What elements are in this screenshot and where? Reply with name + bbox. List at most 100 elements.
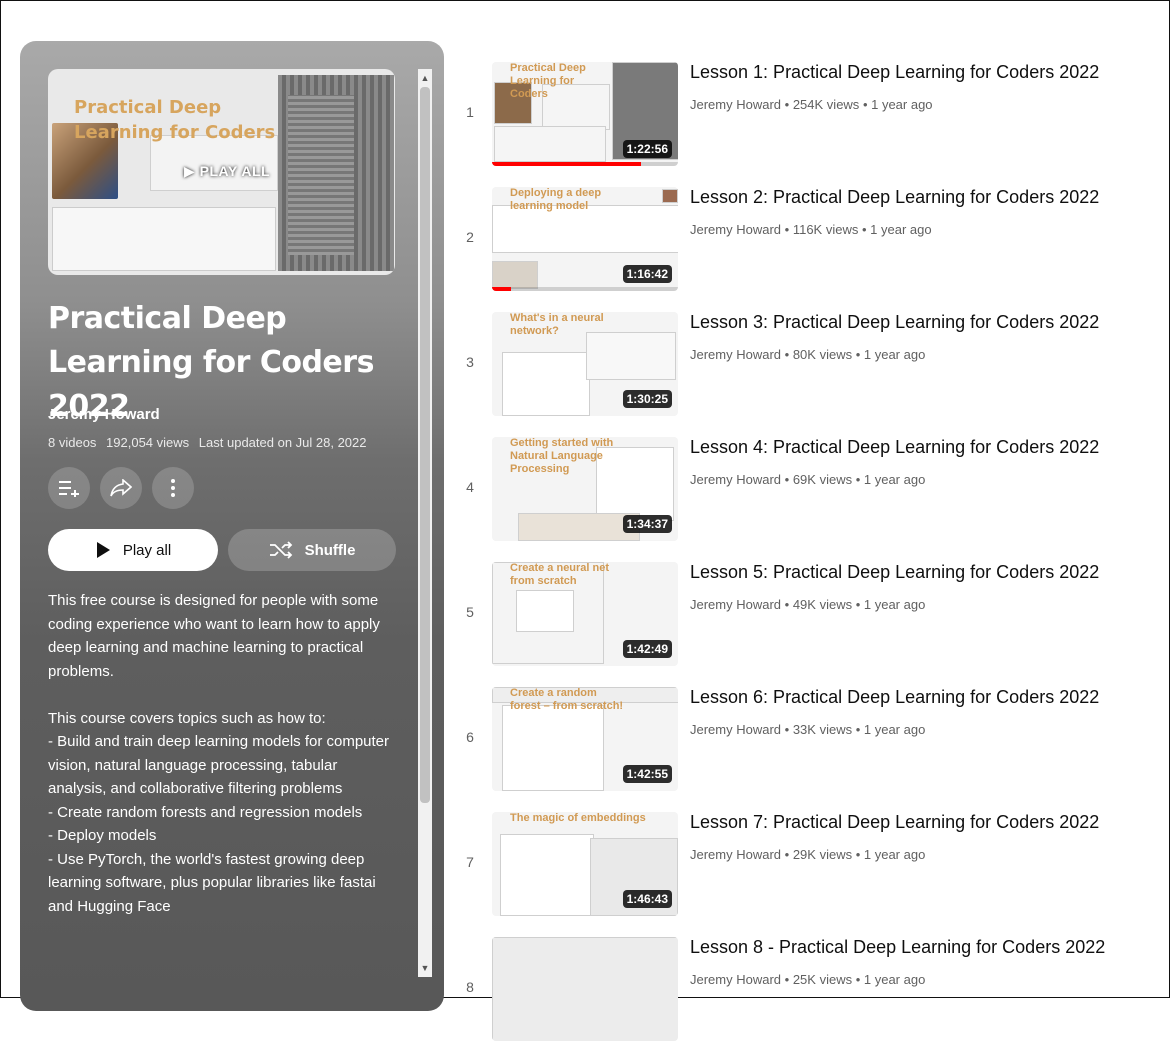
video-channel[interactable]: Jeremy Howard — [690, 972, 781, 987]
video-age: 1 year ago — [871, 97, 933, 112]
video-list-item[interactable]: 6 Create a random forest – from scratch!… — [456, 687, 1156, 797]
video-title[interactable]: Lesson 3: Practical Deep Learning for Co… — [690, 312, 1099, 333]
thumbnail-content-image — [502, 705, 604, 791]
video-channel[interactable]: Jeremy Howard — [690, 847, 781, 862]
meta-separator: • — [855, 347, 864, 362]
playlist-owner[interactable]: Jeremy Howard — [48, 406, 160, 423]
video-duration-badge: 1:30:25 — [622, 390, 672, 408]
meta-separator: • — [784, 97, 793, 112]
video-list-item[interactable]: 4 Getting started with Natural Language … — [456, 437, 1156, 547]
video-channel[interactable]: Jeremy Howard — [690, 722, 781, 737]
video-views: 33K views — [792, 722, 853, 737]
panel-scrollbar[interactable]: ▲ ▼ — [416, 69, 434, 977]
meta-separator: • — [855, 472, 864, 487]
thumbnail-title-text: Create a neural net from scratch — [510, 562, 610, 587]
cover-play-all-overlay[interactable]: ▶ PLAY ALL — [184, 163, 270, 180]
scroll-up-arrow-icon[interactable]: ▲ — [418, 71, 432, 85]
playlist-header-panel: Practical Deep Learning for Coders ▶ PLA… — [20, 41, 444, 1011]
watch-progress-track — [492, 287, 678, 291]
video-channel[interactable]: Jeremy Howard — [690, 597, 781, 612]
video-metadata: Jeremy Howard • 254K views • 1 year ago — [690, 97, 933, 112]
play-icon — [95, 541, 111, 559]
video-title[interactable]: Lesson 5: Practical Deep Learning for Co… — [690, 562, 1099, 583]
last-updated: Last updated on Jul 28, 2022 — [198, 435, 367, 450]
meta-separator: • — [784, 347, 793, 362]
meta-separator: • — [855, 597, 864, 612]
video-list-item[interactable]: 5 Create a neural net from scratch 1:42:… — [456, 562, 1156, 672]
description-paragraph: This free course is designed for people … — [48, 592, 380, 680]
video-index: 5 — [466, 604, 474, 620]
shuffle-button[interactable]: Shuffle — [228, 529, 396, 571]
video-thumbnail[interactable]: The magic of embeddings 1:46:43 — [492, 812, 678, 916]
video-channel[interactable]: Jeremy Howard — [690, 347, 781, 362]
thumbnail-content-image — [502, 352, 590, 416]
cover-title-text: Practical Deep Learning for Coders — [74, 95, 275, 145]
shuffle-icon — [269, 541, 293, 559]
video-list-item[interactable]: 1 Practical Deep Learning for Coders 1:2… — [456, 62, 1156, 172]
cover-diagram-image — [52, 207, 276, 271]
video-thumbnail[interactable]: Create a neural net from scratch 1:42:49 — [492, 562, 678, 666]
play-icon: ▶ — [184, 163, 196, 179]
video-age: 1 year ago — [863, 472, 926, 487]
video-list-item[interactable]: 3 What's in a neural network? 1:30:25 Le… — [456, 312, 1156, 422]
cover-title-line1: Practical Deep — [74, 97, 222, 118]
video-age: 1 year ago — [863, 597, 926, 612]
video-thumbnail[interactable]: Practical Deep Learning for Coders 1:22:… — [492, 62, 678, 166]
thumbnail-content-image — [586, 332, 676, 380]
video-title[interactable]: Lesson 4: Practical Deep Learning for Co… — [690, 437, 1099, 458]
meta-separator: • — [861, 222, 871, 237]
save-playlist-button[interactable] — [48, 467, 90, 509]
video-title[interactable]: Lesson 8 - Practical Deep Learning for C… — [690, 937, 1105, 958]
video-title[interactable]: Lesson 7: Practical Deep Learning for Co… — [690, 812, 1099, 833]
shuffle-label: Shuffle — [304, 541, 356, 559]
description-line: - Build and train deep learning models f… — [48, 733, 390, 797]
description-line: - Deploy models — [48, 827, 157, 844]
thumbnail-title-text: Practical Deep Learning for Coders — [510, 62, 586, 100]
playlist-description: This free course is designed for people … — [48, 589, 398, 918]
video-thumbnail[interactable]: Create a random forest – from scratch! 1… — [492, 687, 678, 791]
thumbnail-title-text: Getting started with Natural Language Pr… — [510, 437, 614, 475]
meta-separator: • — [784, 597, 793, 612]
video-index: 8 — [466, 979, 474, 995]
video-thumbnail[interactable] — [492, 937, 678, 1041]
video-list-item[interactable]: 2 Deploying a deep learning model 1:16:4… — [456, 187, 1156, 297]
video-channel[interactable]: Jeremy Howard — [690, 472, 781, 487]
meta-separator: • — [784, 222, 793, 237]
video-list-item[interactable]: 7 The magic of embeddings 1:46:43 Lesson… — [456, 812, 1156, 922]
video-views: 29K views — [792, 847, 853, 862]
thumbnail-content-image — [492, 937, 678, 1041]
video-index: 7 — [466, 854, 474, 870]
video-channel[interactable]: Jeremy Howard — [690, 222, 781, 237]
play-all-label: Play all — [122, 541, 172, 559]
share-button[interactable] — [100, 467, 142, 509]
video-title[interactable]: Lesson 6: Practical Deep Learning for Co… — [690, 687, 1099, 708]
thumbnail-content-image — [516, 590, 574, 632]
video-list-item[interactable]: 8 Lesson 8 - Practical Deep Learning for… — [456, 937, 1156, 1047]
video-title[interactable]: Lesson 1: Practical Deep Learning for Co… — [690, 62, 1099, 83]
video-thumbnail[interactable]: Getting started with Natural Language Pr… — [492, 437, 678, 541]
video-duration-badge: 1:42:55 — [622, 765, 672, 783]
video-thumbnail[interactable]: Deploying a deep learning model 1:16:42 — [492, 187, 678, 291]
video-index: 3 — [466, 354, 474, 370]
video-duration-badge: 1:34:37 — [622, 515, 672, 533]
scroll-down-arrow-icon[interactable]: ▼ — [418, 961, 432, 975]
cover-play-all-label: PLAY ALL — [199, 163, 271, 179]
play-all-button[interactable]: Play all — [48, 529, 218, 571]
cover-machine-image — [278, 75, 394, 271]
thumbnail-content-image — [500, 834, 594, 916]
video-age: 1 year ago — [863, 847, 926, 862]
thumbnail-title-text: The magic of embeddings — [510, 812, 646, 824]
video-metadata: Jeremy Howard • 69K views • 1 year ago — [690, 472, 925, 487]
video-title[interactable]: Lesson 2: Practical Deep Learning for Co… — [690, 187, 1099, 208]
meta-separator: • — [855, 722, 864, 737]
video-index: 2 — [466, 229, 474, 245]
video-metadata: Jeremy Howard • 80K views • 1 year ago — [690, 347, 925, 362]
video-channel[interactable]: Jeremy Howard — [690, 97, 781, 112]
scrollbar-thumb[interactable] — [420, 87, 430, 803]
playlist-cover-thumbnail[interactable]: Practical Deep Learning for Coders ▶ PLA… — [48, 69, 395, 275]
thumbnail-content-image — [518, 513, 640, 541]
more-actions-button[interactable] — [152, 467, 194, 509]
video-thumbnail[interactable]: What's in a neural network? 1:30:25 — [492, 312, 678, 416]
video-views: 116K views — [792, 222, 859, 237]
